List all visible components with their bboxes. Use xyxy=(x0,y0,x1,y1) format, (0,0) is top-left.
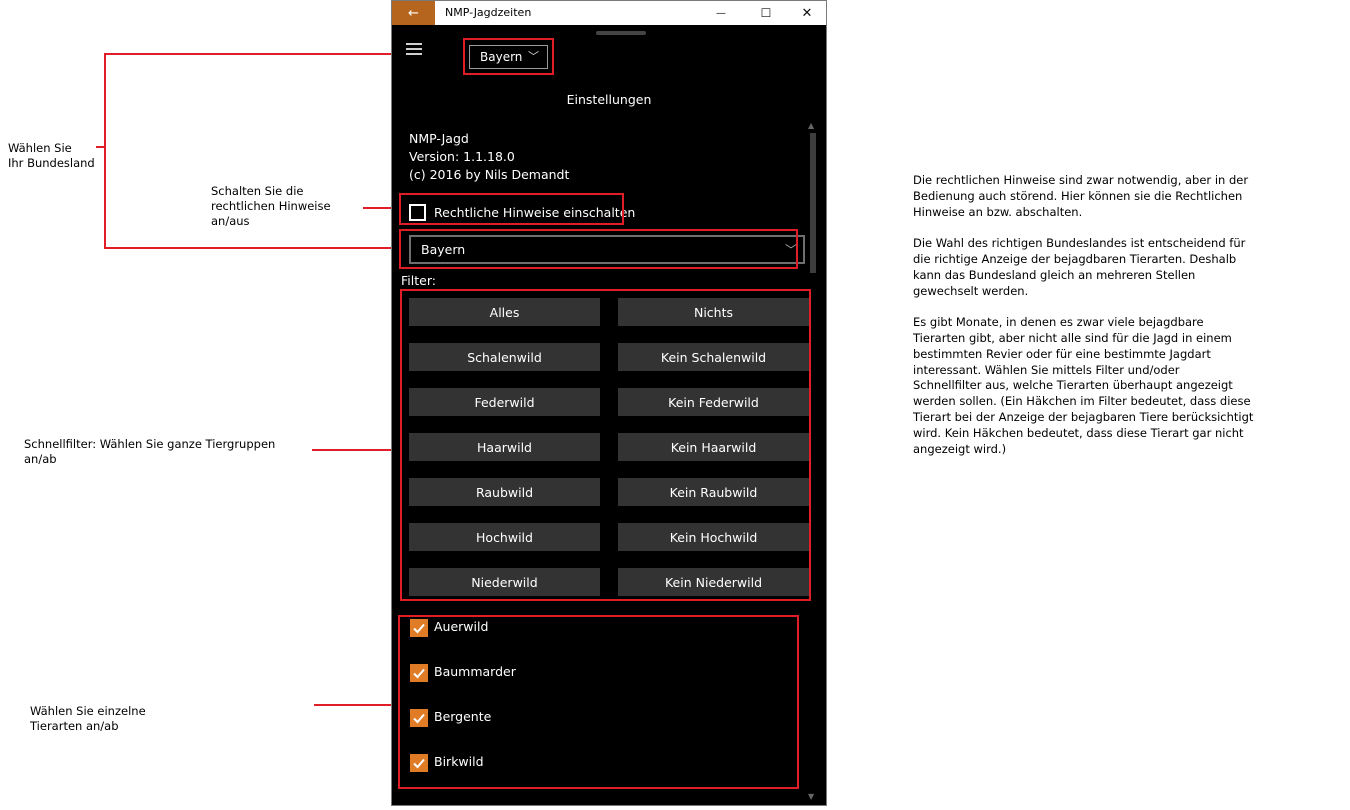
annotation-line: interessant. Wählen Sie mittels Filter u… xyxy=(913,362,1180,377)
annotation-line: Tierart bei der Anzeige der bejagbaren T… xyxy=(913,409,1254,424)
annotation-line: angezeigt wird.) xyxy=(913,441,1007,456)
annotation-hinweise: Schalten Sie die rechtlichen Hinweise an… xyxy=(211,184,331,229)
annotation-line: Tierarten gibt, aber nicht alle sind für… xyxy=(913,330,1232,345)
annotation-tierarten: Wählen Sie einzelne Tierarten an/ab xyxy=(30,704,146,734)
annotation-line: wird. Kein Häkchen bedeutet, dass diese … xyxy=(913,425,1244,440)
app-version: Version: 1.1.18.0 xyxy=(409,149,515,164)
annotation-text: an/aus xyxy=(211,214,250,228)
annotation-line: Hinweise an bzw. abschalten. xyxy=(913,204,1083,219)
highlight-box xyxy=(463,38,554,75)
annotation-line: kann das Bundesland gleich an mehreren S… xyxy=(913,267,1196,282)
app-copyright: (c) 2016 by Nils Demandt xyxy=(409,167,570,182)
highlight-box xyxy=(399,229,798,269)
annotation-line: Die rechtlichen Hinweise sind zwar notwe… xyxy=(913,173,1249,187)
annotation-line xyxy=(913,299,1253,315)
annotation-schnellfilter: Schnellfilter: Wählen Sie ganze Tiergrup… xyxy=(24,437,275,467)
minimize-icon: — xyxy=(716,7,726,19)
close-button[interactable]: ✕ xyxy=(788,1,826,25)
highlight-box xyxy=(399,193,624,225)
annotation-text: Wählen Sie xyxy=(8,141,72,155)
back-arrow-icon: ← xyxy=(408,5,419,21)
annotation-line: die richtige Anzeige der bejagdbaren Tie… xyxy=(913,251,1237,266)
annotation-right-text: Die rechtlichen Hinweise sind zwar notwe… xyxy=(913,173,1253,457)
scroll-up-icon[interactable]: ▲ xyxy=(808,121,814,130)
drag-grip[interactable] xyxy=(596,31,646,35)
title-bar: ← NMP-Jagdzeiten — ☐ ✕ xyxy=(392,1,826,25)
annotation-line: Schnellfilter aus, welche Tierarten über… xyxy=(913,378,1233,393)
connector-line xyxy=(312,449,401,451)
annotation-line: Es gibt Monate, in denen es zwar viele b… xyxy=(913,315,1204,330)
back-button[interactable]: ← xyxy=(392,1,435,25)
hamburger-menu-icon[interactable] xyxy=(406,43,422,58)
connector-line xyxy=(314,704,399,706)
annotation-line: gewechselt werden. xyxy=(913,283,1029,298)
annotation-line xyxy=(913,220,1253,236)
annotation-line: werden sollen. (Ein Häkchen im Filter be… xyxy=(913,394,1251,409)
annotation-text: Tierarten an/ab xyxy=(30,719,119,733)
scrollbar-thumb[interactable] xyxy=(810,133,816,273)
connector-line xyxy=(104,53,106,249)
app-name: NMP-Jagd xyxy=(409,131,469,146)
connector-line xyxy=(96,146,104,148)
connector-line xyxy=(104,247,400,249)
annotation-line: Die Wahl des richtigen Bundeslandes ist … xyxy=(913,236,1246,251)
annotation-line: Bedienung auch störend. Hier können sie … xyxy=(913,188,1243,203)
annotation-text: Schnellfilter: Wählen Sie ganze Tiergrup… xyxy=(24,437,276,451)
annotation-bundesland: Wählen Sie Ihr Bundesland xyxy=(8,141,95,171)
maximize-icon: ☐ xyxy=(760,6,772,20)
highlight-box xyxy=(400,289,811,601)
filter-label: Filter: xyxy=(401,273,436,288)
window-title: NMP-Jagdzeiten xyxy=(445,6,532,19)
annotation-text: an/ab xyxy=(24,452,57,466)
annotation-text: rechtlichen Hinweise xyxy=(211,199,331,213)
scroll-down-icon[interactable]: ▼ xyxy=(808,792,814,801)
maximize-button[interactable]: ☐ xyxy=(747,1,785,25)
annotation-text: Schalten Sie die xyxy=(211,184,304,198)
minimize-button[interactable]: — xyxy=(702,1,740,25)
section-title: Einstellungen xyxy=(566,92,652,107)
annotation-text: Ihr Bundesland xyxy=(8,156,95,170)
annotation-line: bestimmten Revier oder für eine bestimmt… xyxy=(913,346,1211,361)
highlight-box xyxy=(398,615,799,789)
close-icon: ✕ xyxy=(801,5,813,21)
annotation-text: Wählen Sie einzelne xyxy=(30,704,146,718)
